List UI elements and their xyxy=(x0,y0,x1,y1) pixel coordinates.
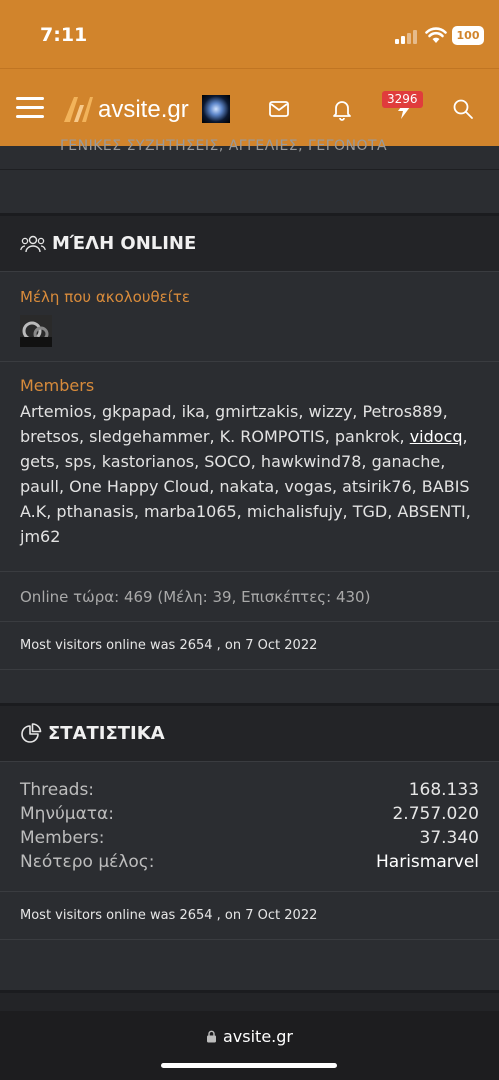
following-label: Μέλη που ακολουθείτε xyxy=(20,288,190,306)
pie-chart-icon xyxy=(21,722,42,743)
most-visitors-text: Most visitors online was 2654 , on 7 Oct… xyxy=(20,908,318,923)
online-members-block: ΜΈΛΗ ONLINE Μέλη που ακολουθείτε Members… xyxy=(0,213,499,670)
member-link-highlighted[interactable]: vidocq xyxy=(410,427,463,446)
url-text[interactable]: avsite.gr xyxy=(223,1027,293,1046)
stat-value: 168.133 xyxy=(408,780,479,800)
previous-section-text: ΓΕΝΙΚΕΣ ΣΥΖΗΤΗΣΕΙΣ, ΑΓΓΕΛΙΕΣ, ΓΕΓΟΝΟΤΑ xyxy=(60,138,388,154)
stat-label: Μηνύματα: xyxy=(20,804,114,824)
stat-value: 37.340 xyxy=(419,828,479,848)
statistics-header: ΣΤΑΤΙΣΤΙΚΑ xyxy=(0,706,499,762)
site-header: avsite.gr 3296 xyxy=(0,68,499,146)
following-section: Μέλη που ακολουθείτε xyxy=(0,272,499,362)
bell-icon[interactable] xyxy=(330,97,354,121)
browser-address-bar: avsite.gr xyxy=(0,1011,499,1080)
followed-member-avatar[interactable] xyxy=(20,315,52,347)
stat-row: Μηνύματα: 2.757.020 xyxy=(20,802,479,826)
page-content: ΓΕΝΙΚΕΣ ΣΥΖΗΤΗΣΕΙΣ, ΑΓΓΕΛΙΕΣ, ΓΕΓΟΝΟΤΑ Μ… xyxy=(0,138,499,1011)
battery-indicator: 100 xyxy=(452,26,484,45)
online-members-header: ΜΈΛΗ ONLINE xyxy=(0,216,499,272)
member-names-part-1[interactable]: Artemios, gkpapad, ika, gmirtzakis, wizz… xyxy=(20,402,448,446)
home-indicator[interactable] xyxy=(161,1063,337,1068)
site-logo-text[interactable]: avsite.gr xyxy=(98,96,189,124)
stat-row: Threads: 168.133 xyxy=(20,778,479,802)
stat-label: Νεότερο μέλος: xyxy=(20,852,155,872)
status-bar: 7:11 100 xyxy=(0,0,499,68)
online-now-row: Online τώρα: 469 (Μέλη: 39, Επισκέπτες: … xyxy=(0,572,499,622)
newest-member-link[interactable]: Harismarvel xyxy=(376,850,479,874)
stat-row: Members: 37.340 xyxy=(20,826,479,850)
most-visitors-row: Most visitors online was 2654 , on 7 Oct… xyxy=(0,622,499,670)
statistics-title: ΣΤΑΤΙΣΤΙΚΑ xyxy=(48,723,165,744)
next-block-header xyxy=(0,990,499,1011)
cellular-signal-icon xyxy=(395,30,417,44)
envelope-icon[interactable] xyxy=(267,97,291,121)
status-time: 7:11 xyxy=(40,24,88,46)
statistics-most-visitors-row: Most visitors online was 2654 , on 7 Oct… xyxy=(0,892,499,940)
search-icon[interactable] xyxy=(451,97,475,121)
online-members-list: Artemios, gkpapad, ika, gmirtzakis, wizz… xyxy=(20,399,479,549)
statistics-list: Threads: 168.133 Μηνύματα: 2.757.020 Mem… xyxy=(0,762,499,892)
user-avatar[interactable] xyxy=(202,95,230,123)
most-visitors-text: Most visitors online was 2654 , on 7 Oct… xyxy=(20,638,318,653)
statistics-block: ΣΤΑΤΙΣΤΙΚΑ Threads: 168.133 Μηνύματα: 2.… xyxy=(0,703,499,940)
members-label: Members xyxy=(20,376,95,395)
url-field[interactable]: avsite.gr xyxy=(0,1027,499,1046)
online-now-text: Online τώρα: 469 (Μέλη: 39, Επισκέπτες: … xyxy=(20,587,371,606)
avsite-logo-icon[interactable] xyxy=(62,95,94,123)
stat-value: 2.757.020 xyxy=(392,804,479,824)
online-members-title: ΜΈΛΗ ONLINE xyxy=(52,233,197,254)
wifi-icon xyxy=(425,27,447,43)
stat-label: Members: xyxy=(20,828,105,848)
members-section: Members Artemios, gkpapad, ika, gmirtzak… xyxy=(0,362,499,572)
stat-row: Νεότερο μέλος: Harismarvel xyxy=(20,850,479,874)
menu-icon[interactable] xyxy=(16,97,44,119)
notification-badge[interactable]: 3296 xyxy=(382,91,423,108)
previous-section-strip: ΓΕΝΙΚΕΣ ΣΥΖΗΤΗΣΕΙΣ, ΑΓΓΕΛΙΕΣ, ΓΕΓΟΝΟΤΑ xyxy=(0,138,499,170)
lock-icon xyxy=(207,1030,216,1043)
stat-label: Threads: xyxy=(20,780,95,800)
users-icon xyxy=(20,235,46,252)
